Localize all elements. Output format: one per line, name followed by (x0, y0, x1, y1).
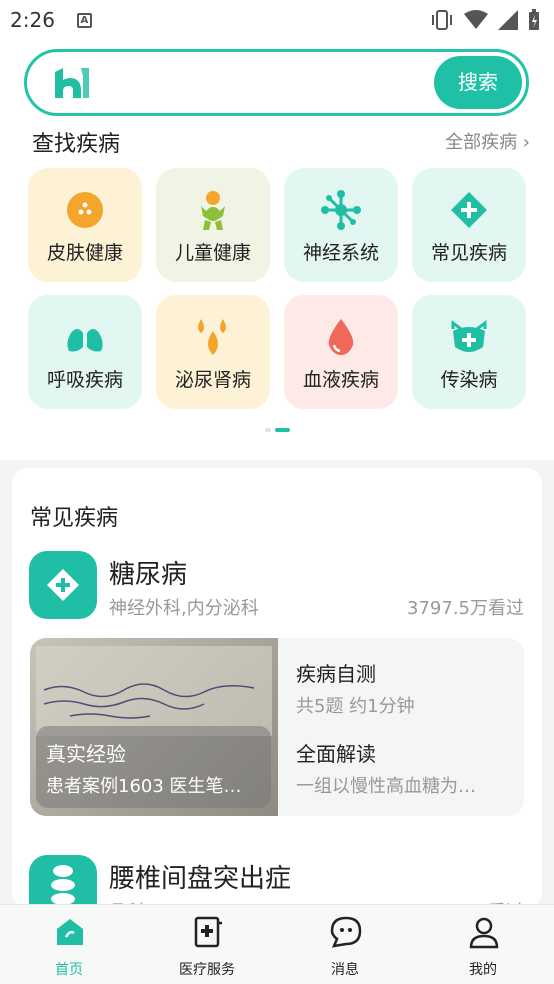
spine-icon (29, 855, 97, 908)
mask-icon (451, 320, 487, 352)
tab-label: 首页 (55, 962, 83, 978)
blood-drop-icon (328, 319, 354, 355)
medical-book-icon (194, 916, 222, 948)
category-label: 血液疾病 (302, 369, 379, 391)
experience-subtitle: 患者案例1603 医生笔… (46, 776, 242, 797)
category-respiratory[interactable]: 呼吸疾病 (28, 295, 142, 409)
interpret-subtitle: 一组以慢性高血糖为… (296, 776, 476, 797)
lungs-icon (67, 321, 103, 352)
category-label: 皮肤健康 (46, 242, 123, 264)
disease-name[interactable]: 糖尿病 (109, 554, 187, 591)
tab-label: 医疗服务 (179, 962, 235, 978)
interpret-title[interactable]: 全面解读 (296, 738, 376, 767)
tab-label: 我的 (469, 962, 497, 978)
category-label: 呼吸疾病 (46, 369, 123, 391)
category-label: 常见疾病 (430, 242, 507, 264)
all-diseases-link[interactable]: 全部疾病 › (445, 128, 530, 154)
neuron-icon (321, 190, 361, 230)
child-icon (201, 191, 225, 230)
status-time: 2:26 (10, 8, 55, 32)
category-label: 儿童健康 (174, 242, 251, 264)
category-blood[interactable]: 血液疾病 (284, 295, 398, 409)
disease-departments: 神经外科,内分泌科 (109, 598, 259, 619)
tab-messages[interactable]: 消息 (276, 905, 414, 984)
tab-label: 消息 (331, 962, 359, 978)
category-label: 传染病 (440, 369, 498, 391)
find-disease-title: 查找疾病 (32, 132, 121, 157)
bottom-tab-bar: 首页 医疗服务 消息 我的 (0, 904, 554, 984)
self-test-title[interactable]: 疾病自测 (296, 658, 376, 687)
page-dot-active (275, 428, 290, 432)
common-diseases-card: 常见疾病 糖尿病 神经外科,内分泌科 3797.5万看过 真实经验 患者案例16… (12, 468, 542, 908)
search-bar[interactable]: 搜索 (24, 49, 529, 116)
droplets-icon (198, 319, 226, 355)
wifi-icon (464, 10, 488, 29)
experience-card[interactable]: 真实经验 患者案例1603 医生笔… (30, 638, 278, 816)
disease-name[interactable]: 腰椎间盘突出症 (109, 858, 291, 895)
user-icon (469, 917, 499, 949)
search-button[interactable]: 搜索 (434, 56, 522, 109)
category-common[interactable]: 常见疾病 (412, 168, 526, 282)
skin-icon (67, 192, 103, 228)
category-label: 泌尿肾病 (174, 369, 251, 391)
category-skin[interactable]: 皮肤健康 (28, 168, 142, 282)
medical-diamond-icon (451, 192, 487, 228)
category-infectious[interactable]: 传染病 (412, 295, 526, 409)
handwritten-note-image (36, 646, 272, 736)
home-icon (57, 919, 83, 945)
status-icons (430, 9, 540, 31)
app-logo-icon (55, 68, 89, 98)
notification-icon: A (76, 12, 92, 28)
category-child[interactable]: 儿童健康 (156, 168, 270, 282)
cellular-icon (498, 10, 518, 30)
battery-icon (529, 9, 539, 30)
page-dot (265, 428, 271, 432)
status-bar: 2:26 A (0, 0, 554, 40)
chat-icon (330, 916, 362, 948)
view-count: 3797.5万看过 (407, 598, 524, 619)
category-neuro[interactable]: 神经系统 (284, 168, 398, 282)
tab-medical-services[interactable]: 医疗服务 (138, 905, 276, 984)
tab-profile[interactable]: 我的 (414, 905, 552, 984)
vibrate-icon (432, 10, 452, 30)
common-diseases-title: 常见疾病 (30, 506, 119, 531)
category-label: 神经系统 (302, 242, 379, 264)
tab-home[interactable]: 首页 (0, 905, 138, 984)
self-test-subtitle: 共5题 约1分钟 (296, 696, 415, 717)
disease-feature-card: 真实经验 患者案例1603 医生笔… 疾病自测 共5题 约1分钟 全面解读 一组… (30, 638, 524, 816)
diabetes-icon (29, 551, 97, 619)
experience-title: 真实经验 (46, 742, 126, 766)
category-urology[interactable]: 泌尿肾病 (156, 295, 270, 409)
